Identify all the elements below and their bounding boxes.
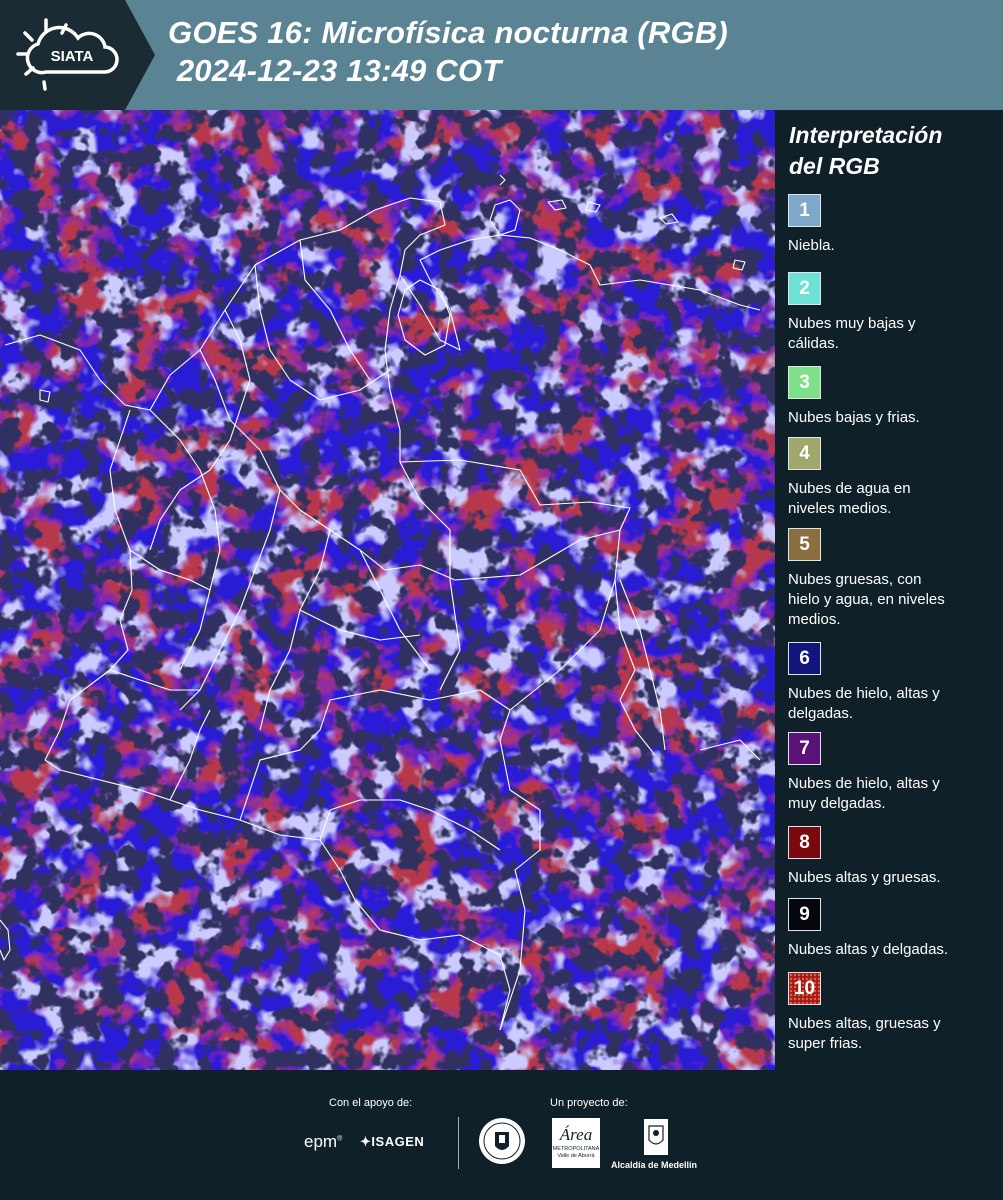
legend-swatch-10: 10 bbox=[788, 972, 821, 1005]
dark-cloud-layer bbox=[0, 110, 775, 1070]
legend-label-8: Nubes altas y gruesas. bbox=[788, 869, 941, 886]
rgb-legend: Interpretación del RGB 1 Niebla. 2 Nubes… bbox=[775, 110, 1003, 1070]
legend-item-9: 9 Nubes altas y delgadas. bbox=[788, 898, 993, 960]
legend-swatch-4: 4 bbox=[788, 437, 821, 470]
legend-swatch-7: 7 bbox=[788, 732, 821, 765]
legend-label-1: Niebla. bbox=[788, 237, 835, 254]
header-bar: SIATA GOES 16: Microfísica nocturna (RGB… bbox=[0, 0, 1003, 110]
legend-item-3: 3 Nubes bajas y frias. bbox=[788, 366, 993, 428]
seal-logo[interactable] bbox=[477, 1116, 527, 1171]
siata-logo-text: SIATA bbox=[51, 48, 94, 65]
legend-label-2: Nubes muy bajas y cálidas. bbox=[788, 315, 916, 352]
legend-title: Interpretación del RGB bbox=[789, 120, 942, 182]
siata-logo[interactable]: SIATA bbox=[0, 0, 155, 110]
legend-item-10: 10 Nubes altas, gruesas y super frias. bbox=[788, 972, 993, 1054]
legend-swatch-6: 6 bbox=[788, 642, 821, 675]
alcaldia-text: Alcaldía de Medellín bbox=[611, 1160, 698, 1170]
legend-label-9: Nubes altas y delgadas. bbox=[788, 941, 949, 958]
title-line-1: GOES 16: Microfísica nocturna (RGB) bbox=[168, 15, 728, 50]
legend-item-2: 2 Nubes muy bajas y cálidas. bbox=[788, 272, 993, 354]
legend-item-7: 7 Nubes de hielo, altas y muy delgadas. bbox=[788, 732, 993, 814]
legend-item-5: 5 Nubes gruesas, con hielo y agua, en niv… bbox=[788, 528, 993, 630]
legend-title-line-1: Interpretación bbox=[789, 122, 943, 148]
legend-swatch-2: 2 bbox=[788, 272, 821, 305]
epm-logo[interactable]: epm® bbox=[304, 1132, 342, 1152]
legend-item-4: 4 Nubes de agua en niveles medios. bbox=[788, 437, 993, 519]
legend-label-6: Nubes de hielo, altas y delgadas. bbox=[788, 685, 940, 722]
isagen-logo[interactable]: ✦ISAGEN bbox=[360, 1134, 424, 1150]
legend-label-3: Nubes bajas y frias. bbox=[788, 409, 920, 426]
title-line-2: 2024-12-23 13:49 COT bbox=[168, 53, 502, 88]
legend-swatch-9: 9 bbox=[788, 898, 821, 931]
legend-title-line-2: del RGB bbox=[789, 153, 880, 179]
legend-swatch-8: 8 bbox=[788, 826, 821, 859]
legend-item-6: 6 Nubes de hielo, altas y delgadas. bbox=[788, 642, 993, 724]
support-label: Con el apoyo de: bbox=[329, 1097, 413, 1109]
project-label: Un proyecto de: bbox=[550, 1097, 628, 1109]
legend-swatch-5: 5 bbox=[788, 528, 821, 561]
legend-swatch-3: 3 bbox=[788, 366, 821, 399]
legend-swatch-1: 1 bbox=[788, 194, 821, 227]
footer-divider bbox=[458, 1117, 459, 1169]
legend-label-7: Nubes de hielo, altas y muy delgadas. bbox=[788, 775, 940, 812]
legend-label-5: Nubes gruesas, con hielo y agua, en nivel… bbox=[788, 571, 945, 628]
metropolitana-logo[interactable]: Área METROPOLITANA Valle de Aburrá bbox=[552, 1118, 600, 1168]
footer: Con el apoyo de: epm® ✦ISAGEN Un proyect… bbox=[0, 1070, 1003, 1200]
legend-item-1: 1 Niebla. bbox=[788, 194, 993, 256]
legend-item-8: 8 Nubes altas y gruesas. bbox=[788, 826, 993, 888]
legend-label-10: Nubes altas, gruesas y super frias. bbox=[788, 1015, 941, 1052]
page-title: GOES 16: Microfísica nocturna (RGB) 2024… bbox=[168, 14, 728, 90]
alcaldia-shield-icon[interactable] bbox=[643, 1118, 669, 1161]
satellite-map[interactable] bbox=[0, 110, 775, 1070]
legend-label-4: Nubes de agua en niveles medios. bbox=[788, 480, 911, 517]
